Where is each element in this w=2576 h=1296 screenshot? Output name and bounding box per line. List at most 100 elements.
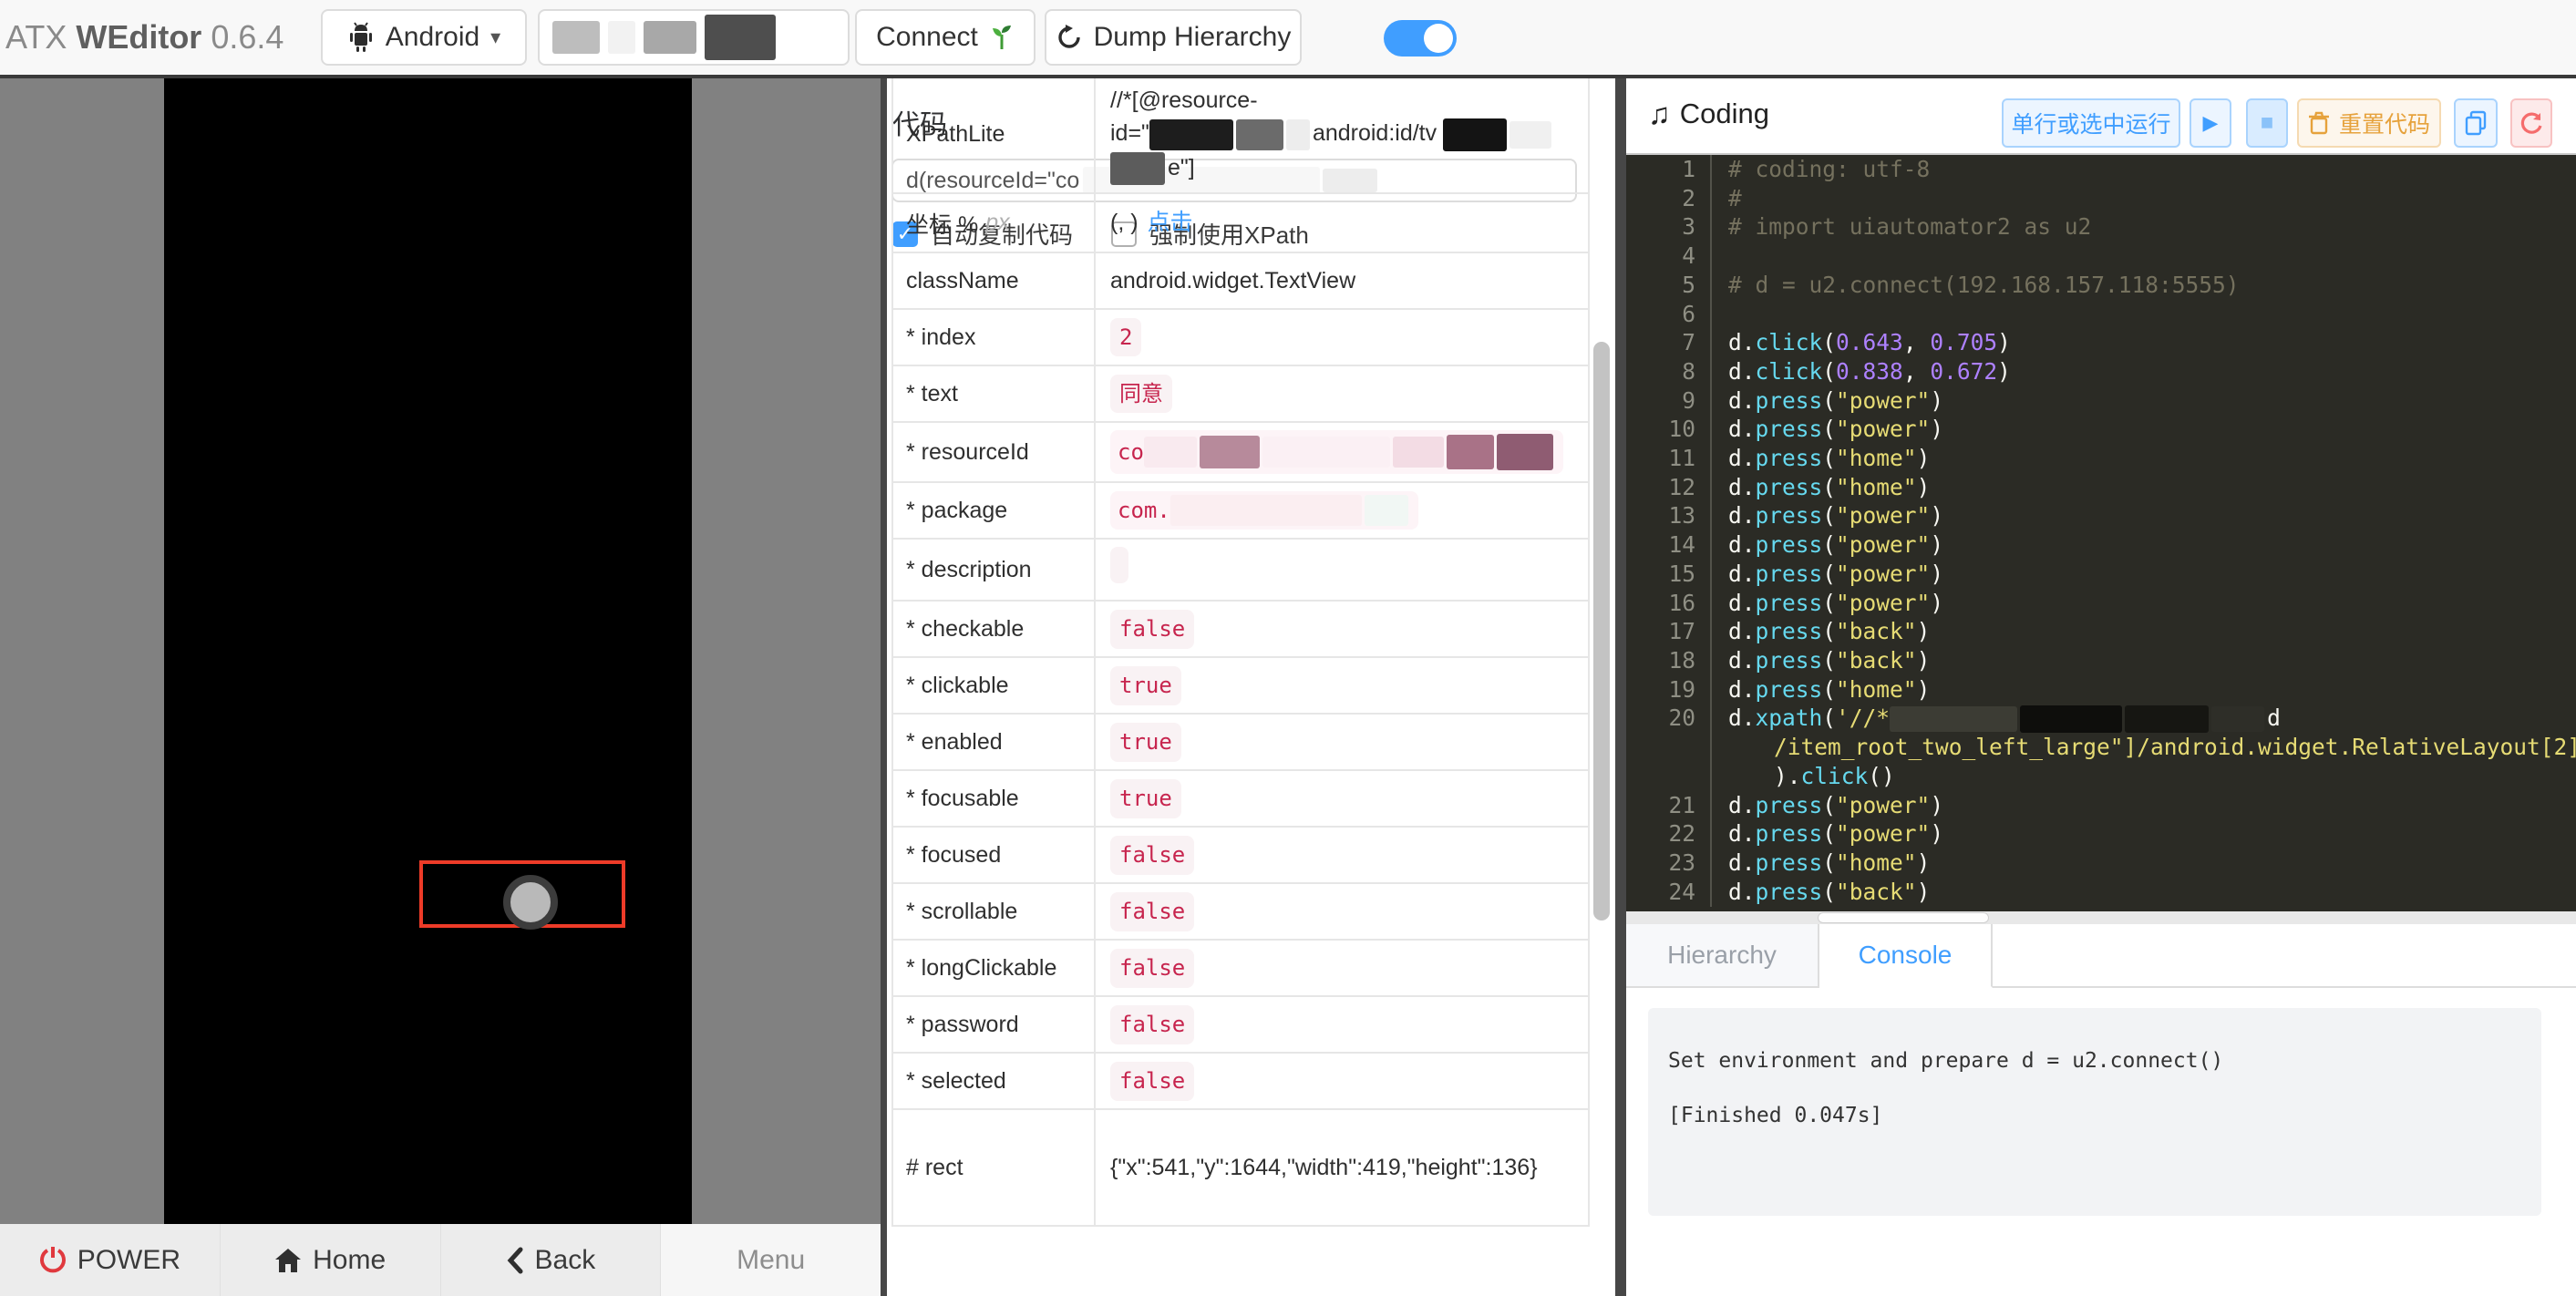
property-row: * longClickablefalse — [893, 941, 1588, 997]
code-line: 16d.press("power") — [1626, 589, 2576, 618]
property-value: co — [1096, 423, 1588, 481]
editor-hscrollbar[interactable] — [1626, 911, 2576, 924]
play-button[interactable]: ▶ — [2190, 98, 2231, 148]
line-number: 23 — [1626, 849, 1712, 878]
property-key: XPathLite — [893, 78, 1096, 192]
copy-code-button[interactable] — [2454, 98, 2498, 148]
property-row: * enabledtrue — [893, 715, 1588, 771]
code-line: 15d.press("power") — [1626, 560, 2576, 589]
redaction-block — [1110, 152, 1165, 185]
editor-hscrollbar-thumb[interactable] — [1818, 912, 1989, 923]
panel-divider[interactable] — [881, 78, 887, 1296]
stop-icon: ■ — [2261, 110, 2274, 136]
redaction-block — [644, 21, 696, 54]
power-icon — [39, 1246, 67, 1275]
code-line: /item_root_two_left_large"]/android.widg… — [1626, 733, 2576, 762]
property-value: false — [1096, 941, 1588, 995]
code-line: 14d.press("power") — [1626, 530, 2576, 560]
device-screen[interactable] — [164, 78, 692, 1224]
code-line: 22d.press("power") — [1626, 819, 2576, 849]
power-button[interactable]: POWER — [0, 1224, 221, 1296]
home-button[interactable]: Home — [221, 1224, 441, 1296]
code-editor[interactable]: 1# coding: utf-82#3# import uiautomator2… — [1626, 153, 2576, 913]
code-line: 13d.press("power") — [1626, 501, 2576, 530]
property-value: true — [1096, 659, 1588, 713]
realtime-toggle[interactable] — [1384, 20, 1457, 57]
property-value: android.widget.TextView — [1096, 257, 1588, 304]
code-line: 7d.click(0.643, 0.705) — [1626, 328, 2576, 357]
code-line: 17d.press("back") — [1626, 617, 2576, 646]
property-row: * selectedfalse — [893, 1054, 1588, 1110]
property-value: false — [1096, 828, 1588, 882]
line-number: 8 — [1626, 357, 1712, 386]
property-key: * resourceId — [893, 423, 1096, 481]
run-selection-button[interactable]: 单行或选中运行 — [2002, 98, 2180, 148]
line-number: 7 — [1626, 328, 1712, 357]
line-number: 21 — [1626, 791, 1712, 820]
seedling-icon — [989, 24, 1015, 51]
connect-button[interactable]: Connect — [855, 9, 1036, 66]
line-number: 10 — [1626, 415, 1712, 444]
code-line: 21d.press("power") — [1626, 791, 2576, 820]
dump-hierarchy-button[interactable]: Dump Hierarchy — [1045, 9, 1302, 66]
app-title: ATX WEditor 0.6.4 — [5, 18, 283, 57]
inspector-scrollbar-thumb[interactable] — [1593, 342, 1610, 921]
device-serial-input[interactable] — [538, 9, 850, 66]
redaction-block — [2020, 705, 2122, 733]
coding-title: ♫ Coding — [1648, 97, 1769, 131]
stop-button[interactable]: ■ — [2246, 98, 2288, 148]
line-number: 24 — [1626, 878, 1712, 907]
tab-hierarchy[interactable]: Hierarchy — [1626, 924, 1819, 986]
console-line: Set environment and prepare d = u2.conne… — [1668, 1034, 2541, 1088]
property-row: * resourceIdco — [893, 423, 1588, 483]
line-number — [1626, 733, 1712, 762]
platform-label: Android — [386, 22, 479, 53]
redaction-block — [1144, 437, 1197, 468]
property-value: false — [1096, 602, 1588, 656]
line-number: 6 — [1626, 300, 1712, 329]
property-key: * scrollable — [893, 884, 1096, 939]
platform-dropdown[interactable]: Android ▾ — [321, 9, 527, 66]
property-row: * clickabletrue — [893, 658, 1588, 715]
property-key: * description — [893, 540, 1096, 600]
reload-icon — [2519, 111, 2543, 135]
redaction-block — [1262, 437, 1390, 468]
code-line: 10d.press("power") — [1626, 415, 2576, 444]
device-mirror-panel: POWER Home Back Menu — [0, 78, 881, 1296]
property-key: * enabled — [893, 715, 1096, 769]
code-line: 5# d = u2.connect(192.168.157.118:5555) — [1626, 271, 2576, 300]
property-key: * focusable — [893, 771, 1096, 826]
selected-element-button[interactable] — [503, 875, 558, 930]
tab-console[interactable]: Console — [1819, 924, 1993, 988]
console-line: [Finished 0.047s] — [1668, 1088, 2541, 1143]
code-line: 4 — [1626, 242, 2576, 271]
panel-divider[interactable] — [1615, 78, 1626, 1296]
output-tabs: Hierarchy Console — [1626, 924, 2576, 988]
click-coords-link[interactable]: 点击 — [1148, 210, 1193, 235]
line-number — [1626, 762, 1712, 791]
property-key: 坐标 %px — [893, 194, 1096, 252]
redaction-block — [608, 21, 635, 54]
back-button[interactable]: Back — [441, 1224, 662, 1296]
line-number: 18 — [1626, 646, 1712, 675]
line-number: 16 — [1626, 589, 1712, 618]
line-number: 22 — [1626, 819, 1712, 849]
property-value: true — [1096, 715, 1588, 769]
line-number: 19 — [1626, 675, 1712, 705]
reset-code-button[interactable]: 重置代码 — [2297, 98, 2441, 148]
property-key: * password — [893, 997, 1096, 1052]
code-line: ).click() — [1626, 762, 2576, 791]
menu-button[interactable]: Menu — [661, 1224, 881, 1296]
line-number: 9 — [1626, 386, 1712, 416]
property-row: * passwordfalse — [893, 997, 1588, 1054]
property-row: classNameandroid.widget.TextView — [893, 253, 1588, 310]
code-line: 18d.press("back") — [1626, 646, 2576, 675]
line-number: 11 — [1626, 444, 1712, 473]
property-key: * selected — [893, 1054, 1096, 1108]
back-chevron-icon — [506, 1247, 524, 1274]
redaction-block — [1447, 435, 1494, 469]
code-line: 20d.xpath('//*d — [1626, 704, 2576, 733]
device-key-bar: POWER Home Back Menu — [0, 1224, 881, 1296]
redaction-block — [1365, 495, 1408, 526]
reload-icon-button[interactable] — [2510, 98, 2552, 148]
